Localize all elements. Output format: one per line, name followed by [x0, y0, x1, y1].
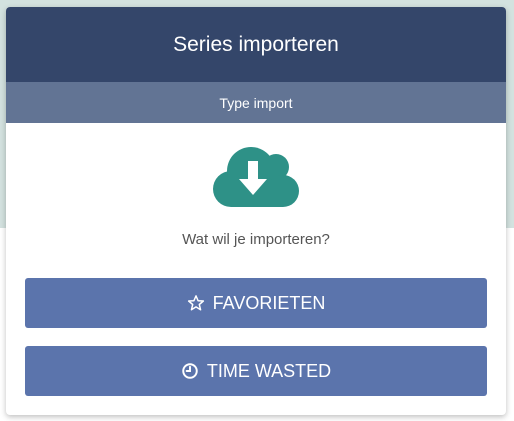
clock-icon	[181, 362, 199, 380]
dialog-header: Series importeren	[6, 7, 506, 82]
time-wasted-button[interactable]: TIME WASTED	[25, 346, 487, 396]
dialog-title: Series importeren	[173, 32, 339, 56]
favorites-button[interactable]: FAVORIETEN	[25, 278, 487, 328]
star-icon	[187, 294, 205, 312]
cloud-download-icon	[213, 147, 299, 207]
dialog-subheader: Type import	[6, 82, 506, 123]
dialog-subtitle: Type import	[219, 94, 293, 111]
import-question: Wat wil je importeren?	[182, 231, 330, 248]
favorites-label: FAVORIETEN	[212, 292, 326, 313]
time-wasted-label: TIME WASTED	[206, 360, 332, 381]
import-dialog: Series importeren Type import Wat wil je…	[6, 7, 506, 415]
dialog-body: Wat wil je importeren? FAVORIETEN TIME W…	[6, 123, 506, 415]
